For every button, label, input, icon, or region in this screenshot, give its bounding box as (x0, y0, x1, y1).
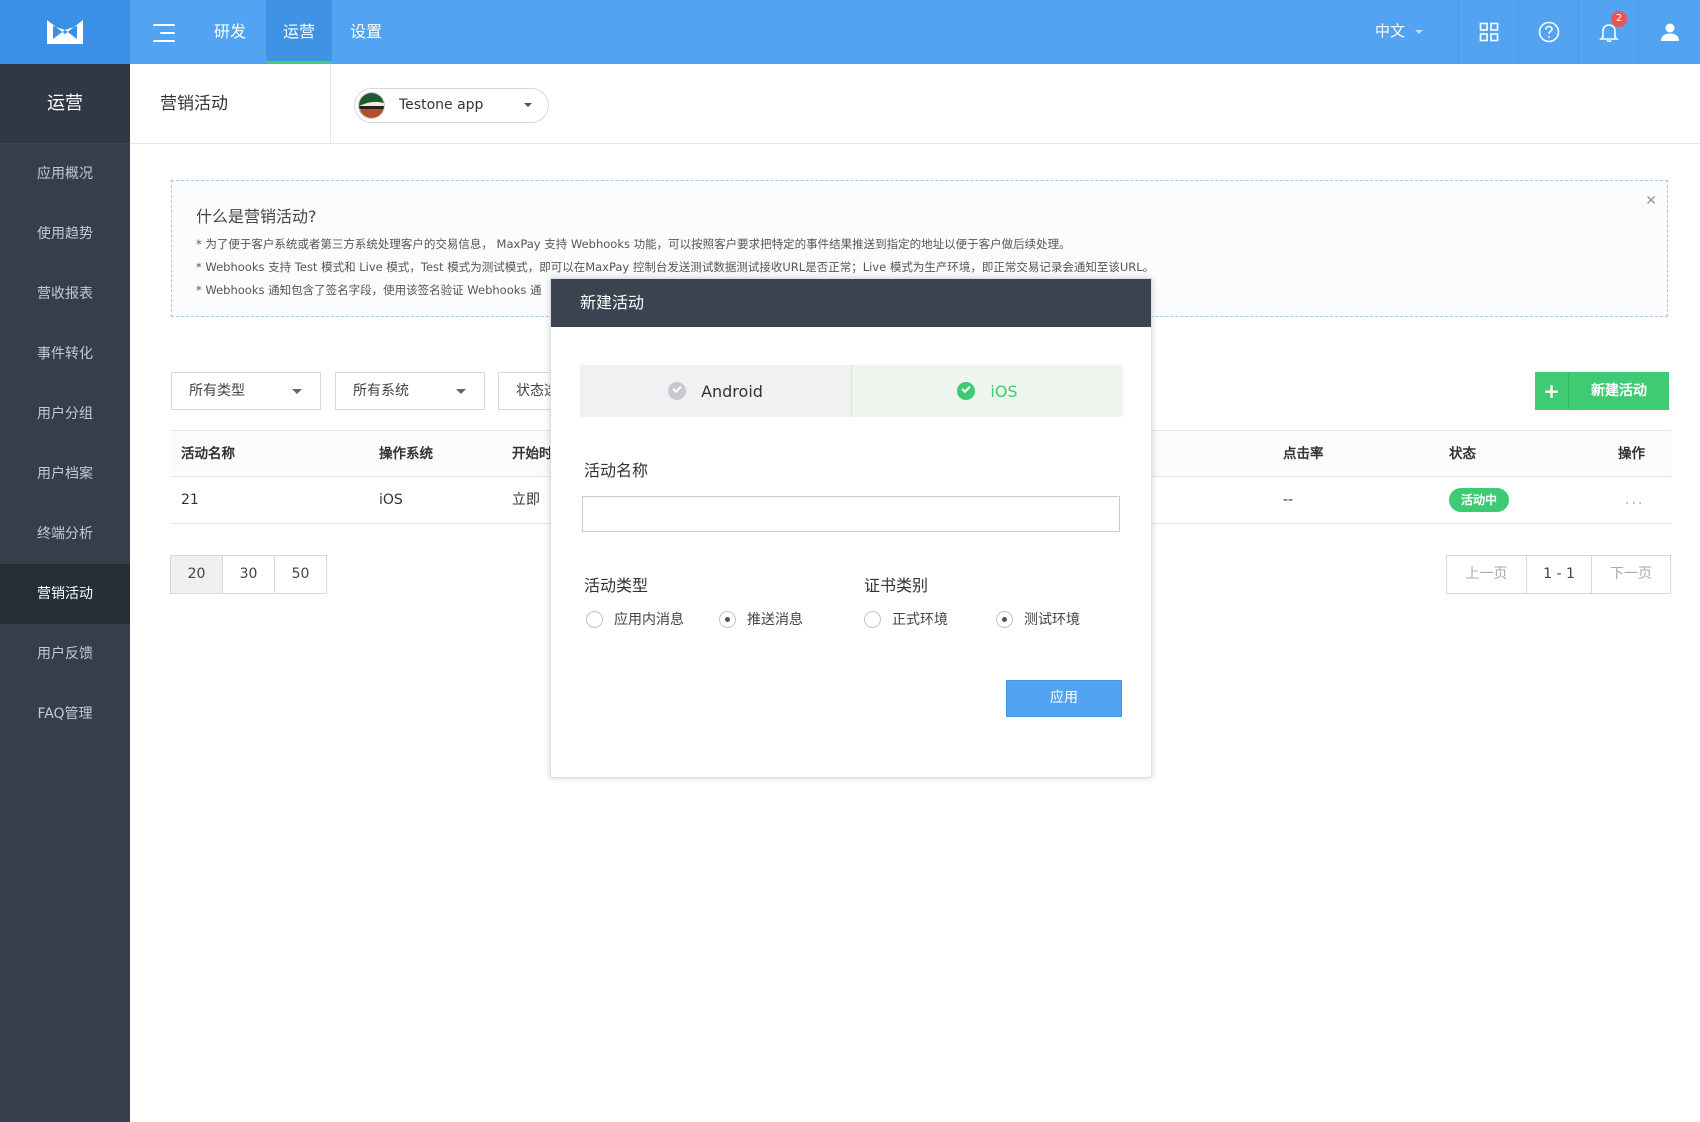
radio-test-env[interactable]: 测试环境 (996, 609, 1080, 629)
chevron-down-icon (524, 103, 532, 107)
sidebar-item-user-groups[interactable]: 用户分组 (0, 384, 130, 444)
current-page-indicator: 1 - 1 (1526, 555, 1592, 594)
cell-status: 活动中 (1449, 477, 1510, 523)
page-size-option[interactable]: 20 (170, 555, 223, 594)
help-button[interactable] (1518, 0, 1578, 64)
radio-in-app-label: 应用内消息 (614, 612, 684, 628)
sidebar-item-device-analysis[interactable]: 终端分析 (0, 504, 130, 564)
app-name: Testone app (399, 97, 484, 113)
menu-toggle-icon[interactable] (153, 24, 175, 42)
radio-icon (586, 610, 603, 628)
radio-test-label: 测试环境 (1024, 612, 1080, 628)
os-tab-ios-label: iOS (990, 381, 1018, 401)
radio-production-env[interactable]: 正式环境 (864, 609, 948, 629)
info-line: * Webhooks 支持 Test 模式和 Live 模式，Test 模式为测… (196, 260, 1155, 274)
radio-in-app-message[interactable]: 应用内消息 (586, 609, 684, 629)
campaign-name-label: 活动名称 (584, 461, 649, 480)
prev-page-button[interactable]: 上一页 (1446, 555, 1527, 594)
radio-push-message[interactable]: 推送消息 (719, 609, 803, 629)
column-header-os[interactable]: 操作系统 (379, 431, 433, 477)
apply-button[interactable]: 应用 (1006, 680, 1122, 717)
system-filter-label: 所有系统 (353, 383, 409, 399)
top-bar: 研发 运营 设置 中文 2 (0, 0, 1700, 64)
sidebar-item-faq[interactable]: FAQ管理 (0, 684, 130, 744)
sidebar: 运营 应用概况 使用趋势 营收报表 事件转化 用户分组 用户档案 终端分析 营销… (0, 64, 130, 1122)
info-line: * 为了便于客户系统或者第三方系统处理客户的交易信息， MaxPay 支持 We… (196, 237, 1071, 251)
sidebar-item-user-profiles[interactable]: 用户档案 (0, 444, 130, 504)
more-actions-icon[interactable]: ... (1625, 477, 1644, 523)
column-header-name[interactable]: 活动名称 (181, 431, 235, 477)
caret-down-icon (292, 389, 302, 394)
nav-research[interactable]: 研发 (199, 0, 261, 64)
logo-icon (47, 20, 83, 44)
type-filter-label: 所有类型 (189, 383, 245, 399)
info-title: 什么是营销活动? (196, 207, 317, 226)
close-icon[interactable]: ✕ (1645, 193, 1657, 209)
os-tab-android[interactable]: Android (580, 365, 851, 417)
sidebar-item-app-overview[interactable]: 应用概况 (0, 144, 130, 204)
user-icon (1660, 23, 1679, 41)
radio-production-label: 正式环境 (892, 612, 948, 628)
column-header-start[interactable]: 开始时 (512, 431, 553, 477)
page-header: 营销活动 Testone app (130, 64, 1700, 144)
header-divider (330, 64, 331, 144)
cell-name: 21 (181, 492, 199, 508)
sidebar-item-revenue-report[interactable]: 营收报表 (0, 264, 130, 324)
app-avatar (358, 92, 385, 119)
cell-start: 立即 (512, 492, 540, 508)
new-campaign-label: 新建活动 (1591, 383, 1647, 399)
cell-os: iOS (379, 492, 403, 508)
page-size-option[interactable]: 50 (274, 555, 327, 594)
radio-icon (719, 610, 736, 628)
sidebar-item-event-conversion[interactable]: 事件转化 (0, 324, 130, 384)
cert-type-label: 证书类别 (864, 576, 929, 595)
sidebar-item-marketing[interactable]: 营销活动 (0, 564, 130, 624)
check-circle-icon (957, 382, 976, 400)
grid-icon (1479, 22, 1498, 42)
dialog-title: 新建活动 (551, 279, 1151, 327)
cell-ctr: -- (1283, 492, 1294, 508)
os-selector: Android iOS (580, 365, 1123, 417)
os-tab-ios[interactable]: iOS (851, 365, 1123, 417)
new-campaign-button[interactable]: + 新建活动 (1535, 372, 1669, 410)
radio-icon (996, 610, 1013, 628)
radio-push-label: 推送消息 (747, 612, 803, 628)
brand-logo[interactable] (0, 0, 130, 64)
new-campaign-dialog: 新建活动 Android iOS 活动名称 活动类型 应用内消息 推送消息 证书… (550, 278, 1152, 778)
type-filter-dropdown[interactable]: 所有类型 (171, 372, 321, 410)
apps-grid-button[interactable] (1458, 0, 1518, 64)
next-page-button[interactable]: 下一页 (1591, 555, 1671, 594)
nav-settings[interactable]: 设置 (336, 0, 396, 64)
sidebar-item-usage-trends[interactable]: 使用趋势 (0, 204, 130, 264)
notifications-button[interactable]: 2 (1578, 0, 1638, 64)
page-size-selector: 20 30 50 (170, 555, 327, 594)
radio-icon (864, 610, 881, 628)
plus-icon: + (1535, 372, 1569, 410)
user-menu-button[interactable] (1638, 0, 1700, 64)
column-header-ctr[interactable]: 点击率 (1283, 431, 1324, 477)
help-icon (1538, 21, 1559, 43)
column-header-actions: 操作 (1618, 446, 1645, 462)
sidebar-item-feedback[interactable]: 用户反馈 (0, 624, 130, 684)
pagination: 上一页 1 - 1 下一页 (1446, 555, 1671, 594)
campaign-name-input[interactable] (582, 496, 1120, 532)
language-selector[interactable]: 中文 (1375, 0, 1424, 64)
info-line: * Webhooks 通知包含了签名字段，使用该签名验证 Webhooks 通 (196, 283, 542, 297)
status-badge: 活动中 (1449, 488, 1510, 512)
os-tab-android-label: Android (701, 381, 763, 401)
nav-operations[interactable]: 运营 (266, 0, 332, 64)
sidebar-title: 运营 (0, 64, 130, 144)
column-header-status[interactable]: 状态 (1449, 431, 1476, 477)
app-selector[interactable]: Testone app (354, 88, 549, 123)
notification-count-badge: 2 (1611, 11, 1627, 27)
chevron-down-icon (1415, 29, 1424, 34)
campaign-type-label: 活动类型 (584, 576, 649, 595)
language-label: 中文 (1375, 22, 1406, 40)
system-filter-dropdown[interactable]: 所有系统 (335, 372, 485, 410)
page-size-option[interactable]: 30 (222, 555, 275, 594)
caret-down-icon (456, 389, 466, 394)
page-title: 营销活动 (160, 94, 228, 114)
check-circle-icon (668, 382, 687, 400)
